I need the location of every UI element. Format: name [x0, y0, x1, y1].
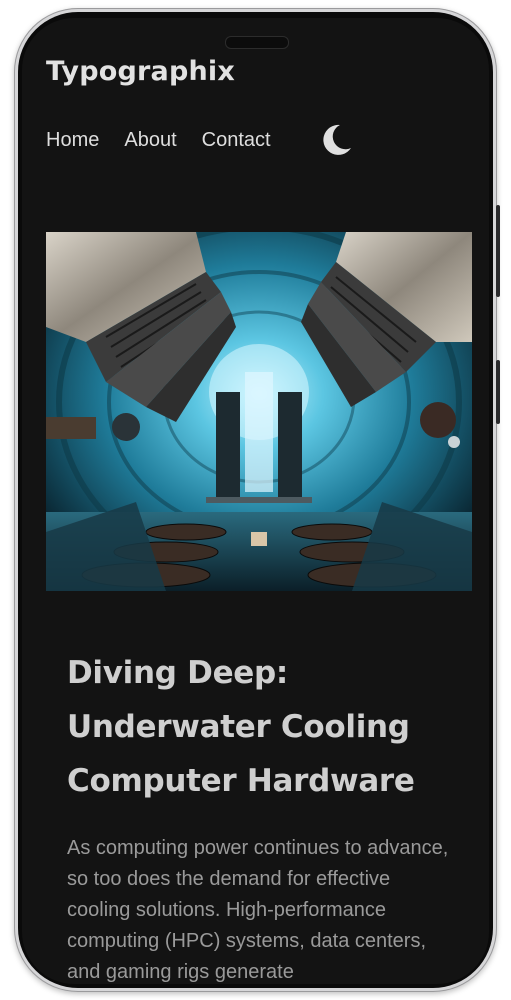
main-nav: Home About Contact — [46, 126, 296, 154]
site-brand[interactable]: Typographix — [46, 56, 235, 87]
article-title[interactable]: Diving Deep: Underwater Cooling Computer… — [67, 646, 457, 808]
nav-about-link[interactable]: About — [124, 126, 176, 154]
article-excerpt: As computing power continues to advance,… — [67, 837, 449, 983]
vacuum-chamber-photo — [46, 232, 472, 591]
nav-contact-link[interactable]: Contact — [202, 126, 271, 154]
hero-image — [46, 232, 472, 591]
nav-home-link[interactable]: Home — [46, 126, 99, 154]
speaker-grille — [225, 36, 289, 49]
volume-button — [496, 360, 500, 424]
moon-icon[interactable] — [320, 122, 354, 158]
screen: Typographix Home About Contact Diving De… — [22, 18, 489, 984]
power-button — [496, 205, 500, 297]
